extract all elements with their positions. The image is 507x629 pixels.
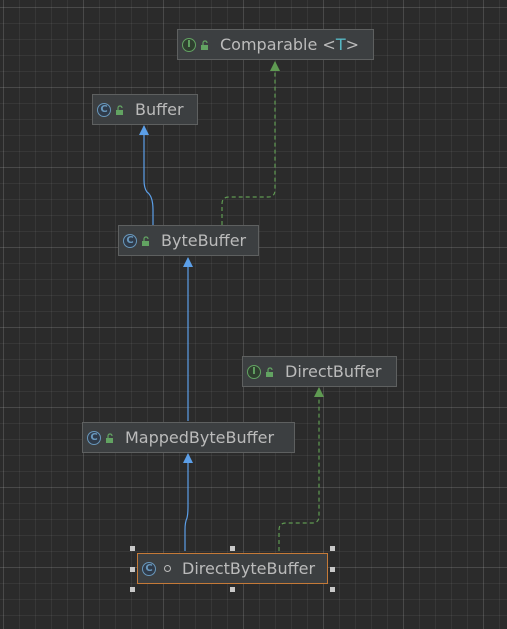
resize-handle-bottom-center[interactable] [230, 587, 235, 592]
class-icon: C [97, 102, 111, 117]
node-bytebuffer[interactable]: C ByteBuffer [118, 225, 259, 256]
edge-bytebuffer-implements-comparable[interactable] [221, 61, 280, 225]
edge-directbytebuffer-implements-directbuffer[interactable] [278, 387, 324, 551]
class-icon: C [87, 430, 101, 445]
public-unlock-icon [116, 104, 123, 115]
resize-handle-top-right[interactable] [330, 546, 335, 551]
interface-icon: I [182, 37, 196, 52]
class-icon: C [142, 561, 156, 576]
resize-handle-middle-left[interactable] [130, 567, 135, 572]
interface-icon: I [247, 364, 261, 379]
node-mappedbytebuffer[interactable]: C MappedByteBuffer [82, 422, 295, 453]
node-label: Comparable <T> [220, 35, 360, 54]
public-unlock-icon [266, 366, 273, 377]
node-label: MappedByteBuffer [125, 428, 275, 447]
public-unlock-icon [142, 235, 149, 246]
edge-directbytebuffer-extends-mappedbytebuffer[interactable] [183, 453, 193, 551]
public-unlock-icon [201, 39, 208, 50]
node-buffer[interactable]: C Buffer [92, 94, 198, 125]
resize-handle-middle-right[interactable] [330, 567, 335, 572]
node-label: DirectBuffer [285, 362, 382, 381]
relationship-edges [139, 61, 324, 551]
edge-bytebuffer-extends-buffer[interactable] [139, 125, 154, 225]
resize-handle-top-center[interactable] [230, 546, 235, 551]
resize-handle-bottom-right[interactable] [330, 587, 335, 592]
class-icon: C [123, 233, 137, 248]
node-label: Buffer [135, 100, 184, 119]
type-parameter: T [335, 35, 346, 54]
resize-handle-top-left[interactable] [130, 546, 135, 551]
uml-diagram-canvas[interactable]: I Comparable <T> C Buffer C ByteBuffer I… [0, 0, 507, 629]
node-directbytebuffer[interactable]: C DirectByteBuffer [137, 553, 328, 584]
node-comparable[interactable]: I Comparable <T> [177, 29, 374, 60]
resize-handle-bottom-left[interactable] [130, 587, 135, 592]
node-directbuffer[interactable]: I DirectBuffer [242, 356, 397, 387]
package-private-icon [164, 565, 171, 572]
node-label: ByteBuffer [161, 231, 247, 250]
public-unlock-icon [106, 432, 113, 443]
node-label: DirectByteBuffer [182, 559, 316, 578]
